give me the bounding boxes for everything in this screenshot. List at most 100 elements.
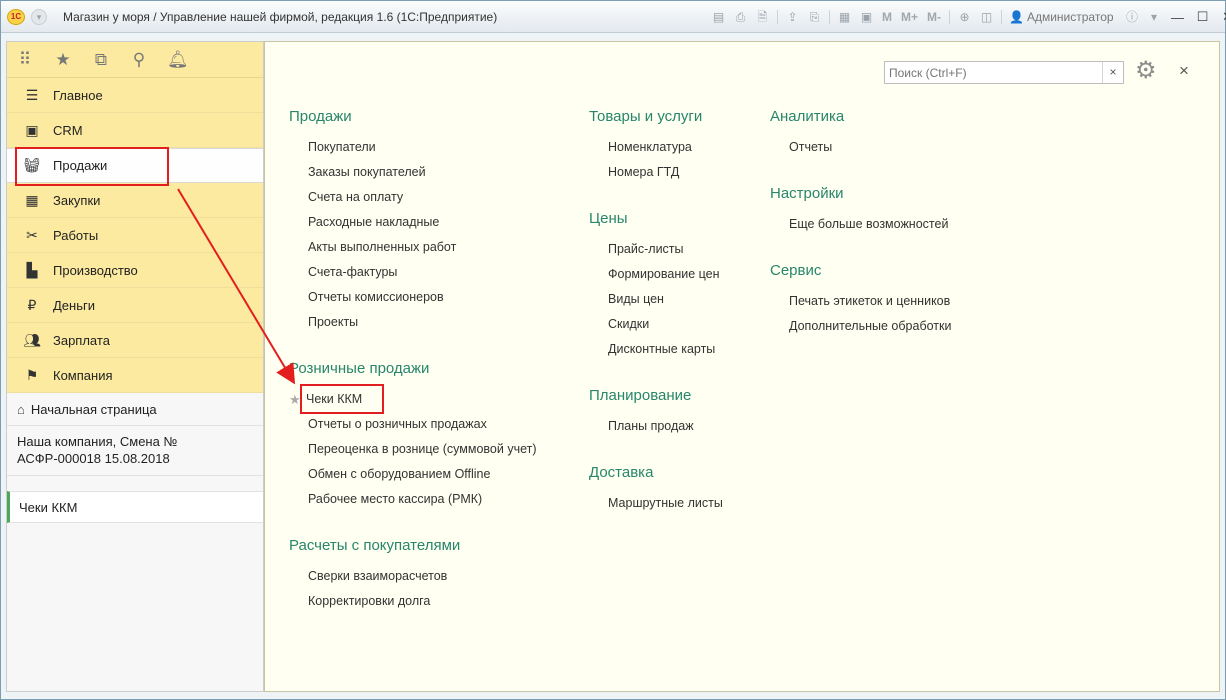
- link-projects[interactable]: Проекты: [308, 315, 358, 329]
- link-discount-cards[interactable]: Дисконтные карты: [608, 342, 715, 356]
- group-title-retail: Розничные продажи: [289, 360, 430, 377]
- link-nomenclature[interactable]: Номенклатура: [608, 140, 692, 154]
- section-label: Деньги: [53, 297, 95, 313]
- close-window-icon[interactable]: ✕: [1217, 9, 1226, 25]
- group-title-goods: Товары и услуги: [589, 108, 703, 125]
- link-additional-processing[interactable]: Дополнительные обработки: [789, 319, 951, 333]
- link-reconciliations[interactable]: Сверки взаиморасчетов: [308, 569, 447, 583]
- memory-minus-button[interactable]: M-: [924, 9, 944, 25]
- link-invoices-for-payment[interactable]: Счета на оплату: [308, 190, 403, 204]
- section-label: Зарплата: [53, 332, 110, 348]
- flag-icon: ⚑: [25, 366, 39, 383]
- section-money[interactable]: ₽ Деньги: [7, 288, 263, 323]
- company-shift-info[interactable]: Наша компания, Смена № АСФР-000018 15.08…: [7, 426, 263, 476]
- section-purchases[interactable]: ▦ Закупки: [7, 183, 263, 218]
- link-discounts[interactable]: Скидки: [608, 317, 649, 331]
- link-customers[interactable]: Покупатели: [308, 140, 376, 154]
- group-title-prices: Цены: [589, 210, 628, 227]
- link-price-types[interactable]: Виды цен: [608, 292, 664, 306]
- maximize-icon[interactable]: ☐: [1192, 9, 1214, 25]
- link-customs-numbers[interactable]: Номера ГТД: [608, 165, 679, 179]
- section-label: CRM: [53, 122, 83, 138]
- favorite-star-icon[interactable]: ★: [289, 392, 301, 408]
- open-window-receipts[interactable]: Чеки ККМ: [7, 491, 263, 523]
- search-input[interactable]: [885, 62, 1103, 83]
- link-offline-exchange[interactable]: Обмен с оборудованием Offline: [308, 467, 490, 481]
- toolbar-separator: [829, 10, 830, 24]
- highlight-frame: [300, 384, 384, 414]
- user-menu[interactable]: 👤 Администратор: [1009, 10, 1114, 24]
- dropdown-icon[interactable]: ▾: [1145, 9, 1164, 25]
- close-icon[interactable]: ×: [1179, 61, 1189, 81]
- home-label: Начальная страница: [30, 401, 157, 417]
- link-cashier-workplace[interactable]: Рабочее место кассира (РМК): [308, 492, 482, 506]
- title-bar: 1С ▾ Магазин у моря / Управление нашей ф…: [1, 1, 1226, 33]
- history-icon[interactable]: ⧉: [91, 50, 111, 70]
- ruble-icon: ₽: [27, 296, 37, 313]
- link-sales-invoices[interactable]: Расходные накладные: [308, 215, 439, 229]
- section-works[interactable]: ✂ Работы: [7, 218, 263, 253]
- section-salary[interactable]: 👥︎ Зарплата: [7, 323, 263, 358]
- group-title-analytics: Аналитика: [770, 108, 845, 125]
- calculator-icon[interactable]: ▣: [857, 9, 876, 25]
- window-title: Магазин у моря / Управление нашей фирмой…: [63, 10, 498, 24]
- link-print-labels[interactable]: Печать этикеток и ценников: [789, 294, 950, 308]
- people-icon: 👥︎: [23, 331, 41, 348]
- preview-icon[interactable]: 🗎: [753, 9, 772, 25]
- search-icon[interactable]: ⚲: [129, 50, 149, 70]
- calendar-icon[interactable]: ▦: [835, 9, 854, 25]
- link-more-features[interactable]: Еще больше возможностей: [789, 217, 948, 231]
- section-production[interactable]: ▙ Производство: [7, 253, 263, 288]
- search-box: ×: [884, 61, 1124, 84]
- save-icon[interactable]: ▤: [709, 9, 728, 25]
- memory-button[interactable]: M: [879, 9, 895, 25]
- nav-menu-icon[interactable]: ▾: [31, 9, 47, 25]
- gear-icon[interactable]: ⚙: [1135, 59, 1157, 83]
- zoom-icon[interactable]: ⊕: [955, 9, 974, 25]
- contact-card-icon: ▣: [25, 121, 39, 138]
- home-icon: ⌂: [17, 401, 25, 417]
- link-sales-plans[interactable]: Планы продаж: [608, 419, 694, 433]
- sections-panel: ⠿ ★ ⧉ ⚲ 🔔︎ ☰ Главное ▣ CRM 🧺︎ Продажи ▦ …: [6, 41, 264, 692]
- section-label: Работы: [53, 227, 99, 243]
- attach-icon[interactable]: ⇪: [783, 9, 802, 25]
- section-list: ☰ Главное ▣ CRM 🧺︎ Продажи ▦ Закупки ✂ Р…: [7, 78, 263, 393]
- print-icon[interactable]: ⎙: [731, 9, 750, 25]
- section-crm[interactable]: ▣ CRM: [7, 113, 263, 148]
- factory-icon: ▙: [26, 261, 38, 278]
- link-tax-invoices[interactable]: Счета-фактуры: [308, 265, 397, 279]
- toolbar-separator: [949, 10, 951, 24]
- link-retail-reports[interactable]: Отчеты о розничных продажах: [308, 417, 487, 431]
- star-icon[interactable]: ★: [53, 50, 73, 70]
- link-icon[interactable]: ⎘: [805, 9, 824, 25]
- app-window: 1С ▾ Магазин у моря / Управление нашей ф…: [0, 0, 1226, 700]
- clear-search-icon[interactable]: ×: [1102, 62, 1123, 83]
- link-work-acts[interactable]: Акты выполненных работ: [308, 240, 456, 254]
- apps-icon[interactable]: ⠿: [15, 50, 35, 70]
- link-route-sheets[interactable]: Маршрутные листы: [608, 496, 723, 510]
- user-name: Администратор: [1026, 10, 1114, 24]
- minimize-icon[interactable]: —: [1167, 10, 1189, 25]
- group-title-sales: Продажи: [289, 108, 352, 125]
- menu-icon: ☰: [25, 86, 39, 103]
- link-customer-orders[interactable]: Заказы покупателей: [308, 165, 426, 179]
- link-debt-adjustments[interactable]: Корректировки долга: [308, 594, 430, 608]
- home-page-link[interactable]: ⌂ Начальная страница: [7, 393, 263, 426]
- section-company[interactable]: ⚑ Компания: [7, 358, 263, 393]
- app-logo[interactable]: 1С: [7, 9, 25, 25]
- user-icon: 👤: [1009, 10, 1024, 24]
- panels-icon[interactable]: ◫: [977, 9, 996, 25]
- bell-icon[interactable]: 🔔︎: [167, 50, 189, 70]
- info-icon[interactable]: ⓘ: [1123, 9, 1142, 25]
- section-content: × ⚙ × Продажи Покупатели Заказы покупате…: [264, 41, 1220, 692]
- section-main[interactable]: ☰ Главное: [7, 78, 263, 113]
- title-toolbar: ▤ ⎙ 🗎 ⇪ ⎘ ▦ ▣ M M+ M- ⊕ ◫ 👤 Администрато…: [709, 8, 1226, 26]
- link-price-lists[interactable]: Прайс-листы: [608, 242, 684, 256]
- section-label: Главное: [53, 87, 103, 103]
- link-price-formation[interactable]: Формирование цен: [608, 267, 720, 281]
- link-reports[interactable]: Отчеты: [789, 140, 832, 154]
- group-title-delivery: Доставка: [589, 464, 654, 481]
- memory-plus-button[interactable]: M+: [898, 9, 921, 25]
- link-commissioner-reports[interactable]: Отчеты комиссионеров: [308, 290, 444, 304]
- link-retail-revaluation[interactable]: Переоценка в рознице (суммовой учет): [308, 442, 537, 456]
